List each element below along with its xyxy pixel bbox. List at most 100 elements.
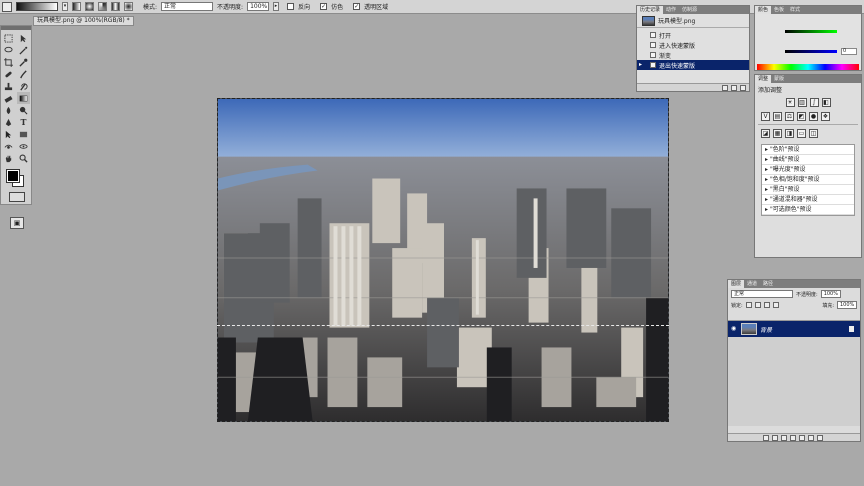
photo-filter-icon[interactable]: ● — [809, 111, 818, 121]
b-value-field[interactable]: 0 — [841, 48, 857, 55]
new-group-icon[interactable] — [798, 434, 805, 441]
lock-all-icon[interactable] — [772, 302, 779, 308]
history-state-exit-quick-mask[interactable]: ▸ 退出快速蒙版 — [637, 60, 749, 70]
preset-channel-mixer[interactable]: ▸ "通道混和器"预设 — [762, 195, 854, 205]
history-snapshot[interactable]: 玩具模型.png — [637, 14, 749, 28]
mode-select[interactable]: 正常 — [161, 2, 214, 11]
levels-icon[interactable]: ▥ — [797, 97, 807, 107]
trash-icon[interactable] — [740, 84, 746, 91]
tab-adjustments[interactable]: 调整 — [755, 75, 772, 83]
tab-color[interactable]: 颜色 — [755, 6, 772, 14]
layer-style-fx-icon[interactable] — [771, 434, 778, 441]
document-tab[interactable]: 玩具模型.png @ 100%(RGB/8) * — [33, 16, 134, 26]
reflected-gradient-icon[interactable] — [111, 2, 120, 11]
magic-wand-tool-icon[interactable] — [17, 44, 30, 56]
document-canvas[interactable] — [217, 98, 669, 422]
tool-preset-picker[interactable] — [2, 1, 12, 12]
tab-masks[interactable]: 蒙版 — [771, 75, 787, 83]
threshold-icon[interactable]: ◨ — [785, 128, 794, 138]
hand-tool-icon[interactable] — [2, 152, 15, 164]
foreground-color-swatch[interactable] — [6, 169, 20, 183]
adjustment-layer-icon[interactable] — [789, 434, 796, 441]
lasso-tool-icon[interactable] — [2, 44, 15, 56]
blend-mode-select[interactable]: 正常 — [731, 290, 793, 298]
3d-camera-tool-icon[interactable] — [17, 140, 30, 152]
color-balance-icon[interactable]: ⚖ — [785, 111, 794, 121]
channel-mixer-icon[interactable]: ❖ — [821, 111, 830, 121]
link-layers-icon[interactable] — [762, 434, 769, 441]
preset-curves[interactable]: ▸ "曲线"预设 — [762, 155, 854, 165]
clone-stamp-tool-icon[interactable] — [2, 80, 15, 92]
gradient-dropdown-arrow[interactable]: ▾ — [62, 2, 68, 11]
reverse-checkbox[interactable] — [287, 3, 295, 10]
lock-position-icon[interactable] — [763, 302, 770, 308]
dither-checkbox[interactable]: ✓ — [320, 3, 328, 10]
zoom-tool-icon[interactable] — [17, 152, 30, 164]
tab-swatches[interactable]: 色板 — [771, 6, 787, 14]
transparency-checkbox[interactable]: ✓ — [353, 3, 361, 10]
brush-tool-icon[interactable] — [17, 68, 30, 80]
tab-styles[interactable]: 样式 — [787, 6, 803, 14]
preset-hue-saturation[interactable]: ▸ "色相/饱和度"预设 — [762, 175, 854, 185]
gradient-map-icon[interactable]: ▭ — [797, 128, 806, 138]
tab-paths[interactable]: 路径 — [760, 280, 776, 288]
vibrance-icon[interactable]: V — [761, 111, 770, 121]
preset-exposure[interactable]: ▸ "曝光度"预设 — [762, 165, 854, 175]
add-mask-icon[interactable] — [780, 434, 787, 441]
tab-actions[interactable]: 动作 — [663, 6, 679, 14]
move-tool-icon[interactable] — [17, 32, 30, 44]
opacity-field[interactable]: 100% — [247, 2, 270, 11]
eraser-tool-icon[interactable] — [2, 92, 15, 104]
trash-icon[interactable] — [816, 434, 823, 441]
color-spectrum-bar[interactable] — [757, 64, 859, 70]
history-state-open[interactable]: 打开 — [637, 30, 749, 40]
hue-saturation-icon[interactable]: ▤ — [773, 111, 782, 121]
pen-tool-icon[interactable] — [2, 116, 15, 128]
selective-color-icon[interactable]: ◫ — [809, 128, 818, 138]
g-slider[interactable] — [785, 30, 837, 33]
angle-gradient-icon[interactable] — [98, 2, 107, 11]
history-state-gradient[interactable]: 渐变 — [637, 50, 749, 60]
preset-selective-color[interactable]: ▸ "可选颜色"预设 — [762, 205, 854, 215]
shape-tool-icon[interactable] — [17, 128, 30, 140]
path-selection-tool-icon[interactable] — [2, 128, 15, 140]
layer-row-background[interactable]: ◉ 背景 — [728, 321, 860, 337]
preset-black-white[interactable]: ▸ "黑白"预设 — [762, 185, 854, 195]
posterize-icon[interactable]: ▦ — [773, 128, 782, 138]
brightness-contrast-icon[interactable]: ☀ — [785, 97, 795, 107]
healing-brush-tool-icon[interactable] — [2, 68, 15, 80]
exposure-icon[interactable]: ◧ — [821, 97, 831, 107]
b-slider[interactable] — [785, 50, 837, 53]
layer-opacity-field[interactable]: 100% — [820, 290, 841, 298]
tab-layers[interactable]: 图层 — [728, 280, 745, 288]
new-layer-icon[interactable] — [807, 434, 814, 441]
crop-tool-icon[interactable] — [2, 56, 15, 68]
black-white-icon[interactable]: ◩ — [797, 111, 806, 121]
history-state-enter-quick-mask[interactable]: 进入快速蒙版 — [637, 40, 749, 50]
new-document-from-state-icon[interactable] — [722, 84, 728, 91]
camera-snapshot-icon[interactable] — [731, 84, 737, 91]
3d-rotate-tool-icon[interactable] — [2, 140, 15, 152]
curves-icon[interactable]: ∫ — [809, 97, 819, 107]
gradient-editor-swatch[interactable] — [16, 2, 58, 11]
marquee-tool-icon[interactable] — [2, 32, 15, 44]
opacity-dropdown-arrow[interactable]: ▸ — [273, 2, 280, 11]
blur-tool-icon[interactable] — [2, 104, 15, 116]
preset-levels[interactable]: ▸ "色阶"预设 — [762, 145, 854, 155]
gradient-tool-icon[interactable] — [17, 92, 30, 104]
type-tool-icon[interactable]: T — [17, 116, 30, 128]
history-brush-tool-icon[interactable] — [17, 80, 30, 92]
fill-field[interactable]: 100% — [837, 301, 857, 309]
tab-history[interactable]: 历史记录 — [637, 6, 664, 14]
lock-transparency-icon[interactable] — [745, 302, 752, 308]
eye-icon[interactable]: ◉ — [731, 325, 738, 333]
eyedropper-tool-icon[interactable] — [17, 56, 30, 68]
linear-gradient-icon[interactable] — [72, 2, 81, 11]
radial-gradient-icon[interactable] — [85, 2, 94, 11]
quick-mask-button[interactable] — [9, 192, 25, 202]
screen-mode-icon[interactable]: ▣ — [10, 217, 24, 229]
tab-channels[interactable]: 通道 — [744, 280, 760, 288]
diamond-gradient-icon[interactable] — [124, 2, 133, 11]
dodge-tool-icon[interactable] — [17, 104, 30, 116]
lock-pixels-icon[interactable] — [754, 302, 761, 308]
